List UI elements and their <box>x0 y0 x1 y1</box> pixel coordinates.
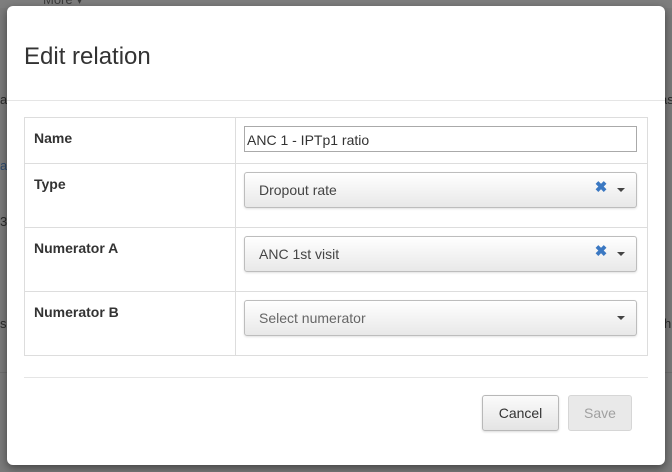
type-field-cell: Dropout rate ✖ <box>235 163 648 228</box>
background-divider <box>0 372 7 373</box>
numerator-b-label: Numerator B <box>24 291 236 356</box>
form-row-numerator-b: Numerator B Select numerator <box>24 291 648 356</box>
name-input[interactable] <box>244 126 637 152</box>
background-divider <box>665 372 672 373</box>
form-row-name: Name <box>24 117 648 164</box>
background-fragment: s <box>0 316 7 331</box>
numerator-b-field-cell: Select numerator <box>235 291 648 356</box>
type-label: Type <box>24 163 236 228</box>
close-icon[interactable]: ✖ <box>594 244 608 260</box>
dialog-footer-divider <box>24 377 648 378</box>
name-field-cell <box>235 117 648 164</box>
cancel-button[interactable]: Cancel <box>482 395 559 431</box>
type-select-value: Dropout rate <box>259 182 337 198</box>
form-row-type: Type Dropout rate ✖ <box>24 163 648 228</box>
name-label: Name <box>24 117 236 164</box>
numerator-b-select[interactable]: Select numerator <box>244 300 637 336</box>
numerator-a-label: Numerator A <box>24 227 236 292</box>
form-row-numerator-a: Numerator A ANC 1st visit ✖ <box>24 227 648 292</box>
chevron-down-icon[interactable] <box>617 252 625 256</box>
chevron-down-icon[interactable] <box>617 316 625 320</box>
dialog-header: Edit relation <box>7 6 665 101</box>
save-button[interactable]: Save <box>568 395 632 431</box>
numerator-a-field-cell: ANC 1st visit ✖ <box>235 227 648 292</box>
numerator-a-select-value: ANC 1st visit <box>259 246 340 262</box>
chevron-down-icon[interactable] <box>617 188 625 192</box>
dialog-title: Edit relation <box>24 43 151 70</box>
numerator-b-placeholder: Select numerator <box>259 310 366 326</box>
type-select[interactable]: Dropout rate ✖ <box>244 172 637 208</box>
background-fragment: h <box>664 316 672 331</box>
close-icon[interactable]: ✖ <box>594 180 608 196</box>
edit-relation-dialog: Edit relation Name Type Dropout rate ✖ N… <box>7 6 665 465</box>
numerator-a-select[interactable]: ANC 1st visit ✖ <box>244 236 637 272</box>
relation-form: Name Type Dropout rate ✖ Numerator A ANC… <box>24 117 648 356</box>
